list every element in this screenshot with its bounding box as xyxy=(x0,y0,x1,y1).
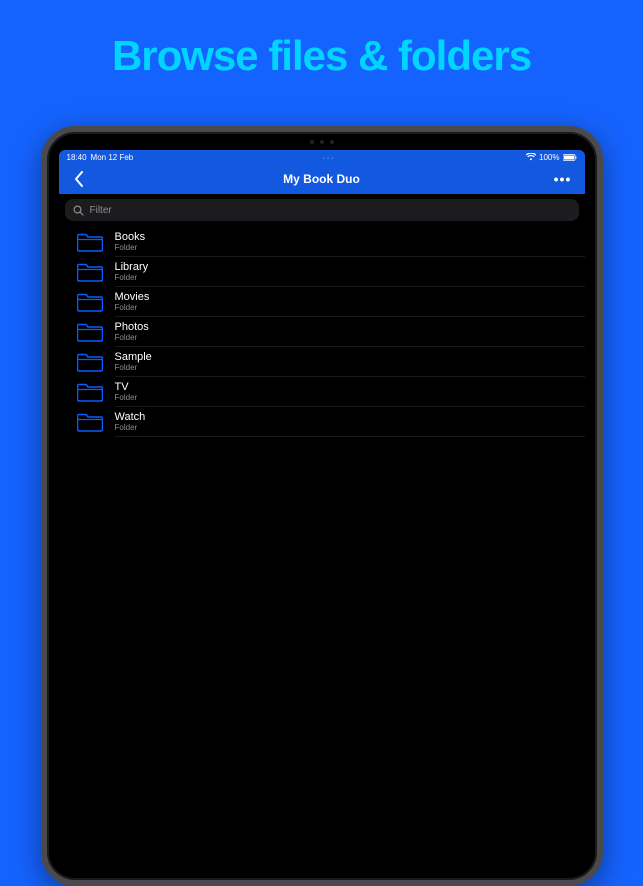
list-item-kind: Folder xyxy=(115,334,149,343)
ellipsis-icon: ••• xyxy=(554,171,572,187)
list-item-text: SampleFolder xyxy=(115,351,152,373)
list-item[interactable]: SampleFolder xyxy=(59,347,585,377)
list-item-name: Photos xyxy=(115,321,149,333)
list-item-name: Sample xyxy=(115,351,152,363)
list-item-name: Books xyxy=(115,231,146,243)
list-item-name: Movies xyxy=(115,291,150,303)
list-item-text: WatchFolder xyxy=(115,411,146,433)
list-item[interactable]: TVFolder xyxy=(59,377,585,407)
device-screen: 18:40 Mon 12 Feb ••• 100% My Book Duo • xyxy=(59,150,585,862)
list-item-name: TV xyxy=(115,381,138,393)
statusbar-date: Mon 12 Feb xyxy=(91,153,134,162)
filter-placeholder: Filter xyxy=(90,205,112,216)
device-camera xyxy=(292,139,352,145)
list-item[interactable]: MoviesFolder xyxy=(59,287,585,317)
statusbar-multitask-dots: ••• xyxy=(133,155,526,160)
wifi-icon xyxy=(526,153,536,161)
list-item-kind: Folder xyxy=(115,394,138,403)
battery-icon xyxy=(563,154,577,161)
statusbar-time: 18:40 xyxy=(67,153,87,162)
list-item-text: PhotosFolder xyxy=(115,321,149,343)
list-item-text: TVFolder xyxy=(115,381,138,403)
list-item[interactable]: BooksFolder xyxy=(59,227,585,257)
list-item-kind: Folder xyxy=(115,304,150,313)
list-item-text: MoviesFolder xyxy=(115,291,150,313)
list-item-name: Watch xyxy=(115,411,146,423)
list-item-kind: Folder xyxy=(115,364,152,373)
folder-icon xyxy=(77,381,103,403)
list-item[interactable]: LibraryFolder xyxy=(59,257,585,287)
folder-icon xyxy=(77,261,103,283)
list-item-kind: Folder xyxy=(115,274,149,283)
list-item-kind: Folder xyxy=(115,424,146,433)
more-button[interactable]: ••• xyxy=(551,169,575,189)
filter-row: Filter xyxy=(59,194,585,227)
search-icon xyxy=(73,205,84,216)
folder-icon xyxy=(77,231,103,253)
folder-icon xyxy=(77,411,103,433)
list-item[interactable]: PhotosFolder xyxy=(59,317,585,347)
list-item-name: Library xyxy=(115,261,149,273)
navigation-bar: My Book Duo ••• xyxy=(59,164,585,194)
chevron-left-icon xyxy=(74,171,84,187)
folder-icon xyxy=(77,351,103,373)
list-item[interactable]: WatchFolder xyxy=(59,407,585,437)
ipad-frame: 18:40 Mon 12 Feb ••• 100% My Book Duo • xyxy=(41,126,603,886)
filter-input[interactable]: Filter xyxy=(65,199,579,221)
status-bar: 18:40 Mon 12 Feb ••• 100% xyxy=(59,150,585,164)
list-item-text: BooksFolder xyxy=(115,231,146,253)
folder-icon xyxy=(77,291,103,313)
page-title: My Book Duo xyxy=(59,172,585,186)
list-item-kind: Folder xyxy=(115,244,146,253)
folder-icon xyxy=(77,321,103,343)
statusbar-battery-percent: 100% xyxy=(539,153,559,162)
list-item-text: LibraryFolder xyxy=(115,261,149,283)
folder-list: BooksFolderLibraryFolderMoviesFolderPhot… xyxy=(59,227,585,862)
back-button[interactable] xyxy=(69,169,89,189)
marketing-headline: Browse files & folders xyxy=(0,0,643,80)
